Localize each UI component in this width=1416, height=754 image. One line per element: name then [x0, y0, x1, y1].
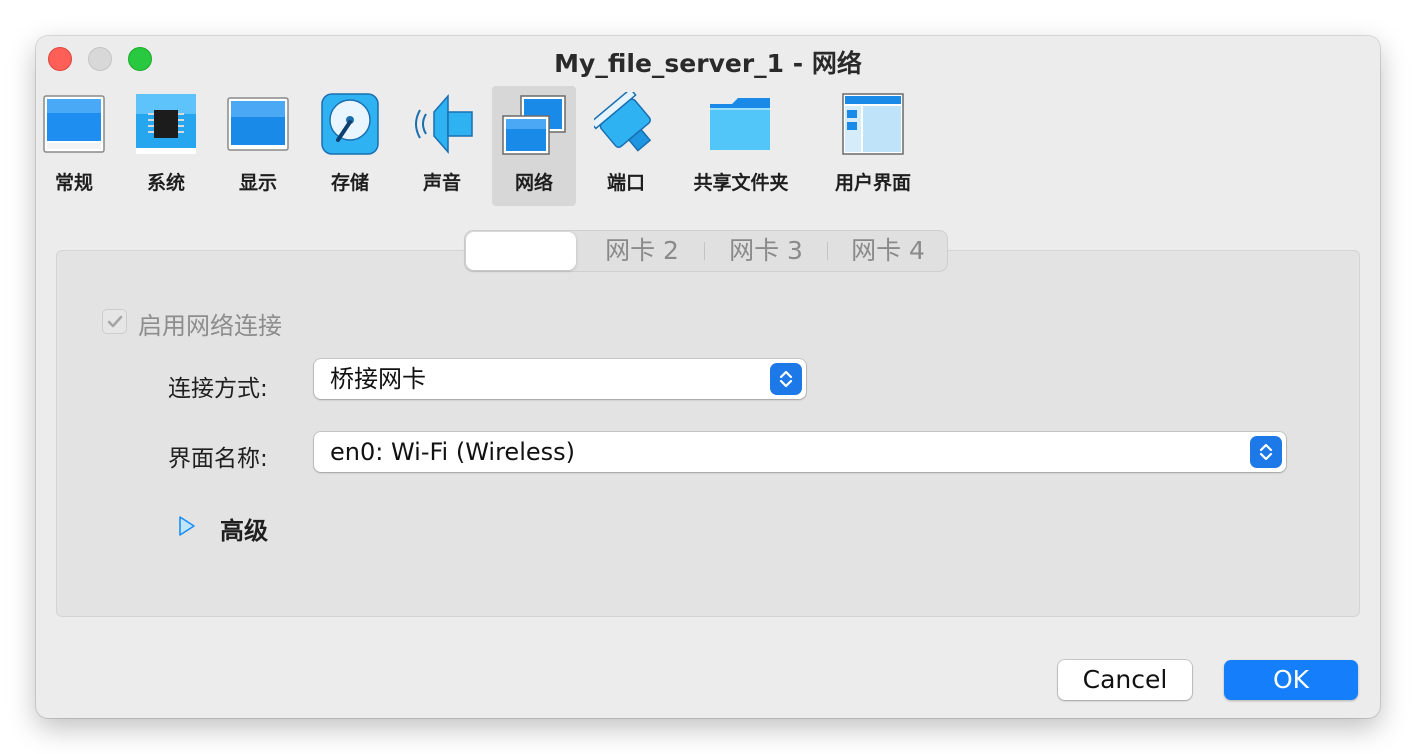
window-title: My_file_server_1 - 网络: [554, 49, 862, 78]
settings-window: My_file_server_1 - 网络 常规 系统 显示 存储 声音 网络 …: [36, 36, 1380, 718]
toolbar-item-general[interactable]: 常规: [36, 86, 112, 206]
chevron-updown-icon: [1250, 436, 1282, 468]
toolbar-label: 网络: [514, 172, 553, 194]
toolbar-label: 共享文件夹: [693, 172, 789, 194]
shared-folder-icon: [708, 92, 774, 160]
title-bar: My_file_server_1 - 网络: [36, 36, 1380, 80]
attached-to-select[interactable]: 桥接网卡: [314, 359, 806, 399]
toolbar-label: 用户界面: [834, 172, 911, 194]
attached-to-label: 连接方式:: [168, 376, 268, 402]
interface-name-label: 界面名称:: [168, 446, 268, 472]
network-icon: [501, 92, 567, 162]
cancel-button[interactable]: Cancel: [1058, 660, 1192, 700]
toolbar-label: 系统: [146, 172, 185, 194]
toolbar-item-display[interactable]: 显示: [220, 86, 296, 206]
adapter-tabs: 网卡 2 网卡 3 网卡 4: [464, 230, 948, 272]
serial-port-icon: [589, 87, 658, 160]
display-monitor-icon: [226, 92, 290, 160]
toolbar-item-shared-folders[interactable]: 共享文件夹: [688, 86, 794, 206]
toolbar-item-ports[interactable]: 端口: [588, 86, 664, 206]
audio-speaker-icon: [410, 92, 474, 160]
toolbar-item-system[interactable]: 系统: [128, 86, 204, 206]
general-icon: [42, 92, 106, 160]
attached-to-value: 桥接网卡: [330, 365, 426, 393]
toolbar-item-storage[interactable]: 存储: [312, 86, 388, 206]
storage-disk-icon: [318, 92, 382, 160]
toolbar-item-network[interactable]: 网络: [492, 86, 576, 206]
system-chip-icon: [134, 92, 198, 160]
interface-name-value: en0: Wi-Fi (Wireless): [330, 438, 575, 466]
enable-network-label: 启用网络连接: [138, 312, 282, 340]
toolbar-label: 存储: [330, 172, 369, 194]
advanced-toggle-label[interactable]: 高级: [220, 511, 268, 546]
toolbar-label: 常规: [54, 172, 93, 194]
tab-adapter-3[interactable]: 网卡 3: [705, 231, 827, 271]
toolbar-label: 声音: [422, 172, 461, 194]
enable-network-checkbox[interactable]: [102, 309, 127, 334]
toolbar-item-user-interface[interactable]: 用户界面: [826, 86, 920, 206]
checkmark-icon: [107, 315, 123, 328]
interface-name-select[interactable]: en0: Wi-Fi (Wireless): [314, 432, 1286, 472]
disclosure-triangle-icon[interactable]: [178, 515, 196, 537]
tab-adapter-2[interactable]: 网卡 2: [580, 231, 704, 271]
ok-button[interactable]: OK: [1224, 660, 1358, 700]
toolbar-label: 端口: [606, 172, 645, 194]
chevron-updown-icon: [770, 363, 802, 395]
tab-adapter-4[interactable]: 网卡 4: [828, 231, 948, 271]
tab-adapter-1[interactable]: [466, 232, 576, 270]
toolbar-item-audio[interactable]: 声音: [404, 86, 480, 206]
toolbar-label: 显示: [238, 172, 277, 194]
user-interface-icon: [841, 92, 905, 160]
